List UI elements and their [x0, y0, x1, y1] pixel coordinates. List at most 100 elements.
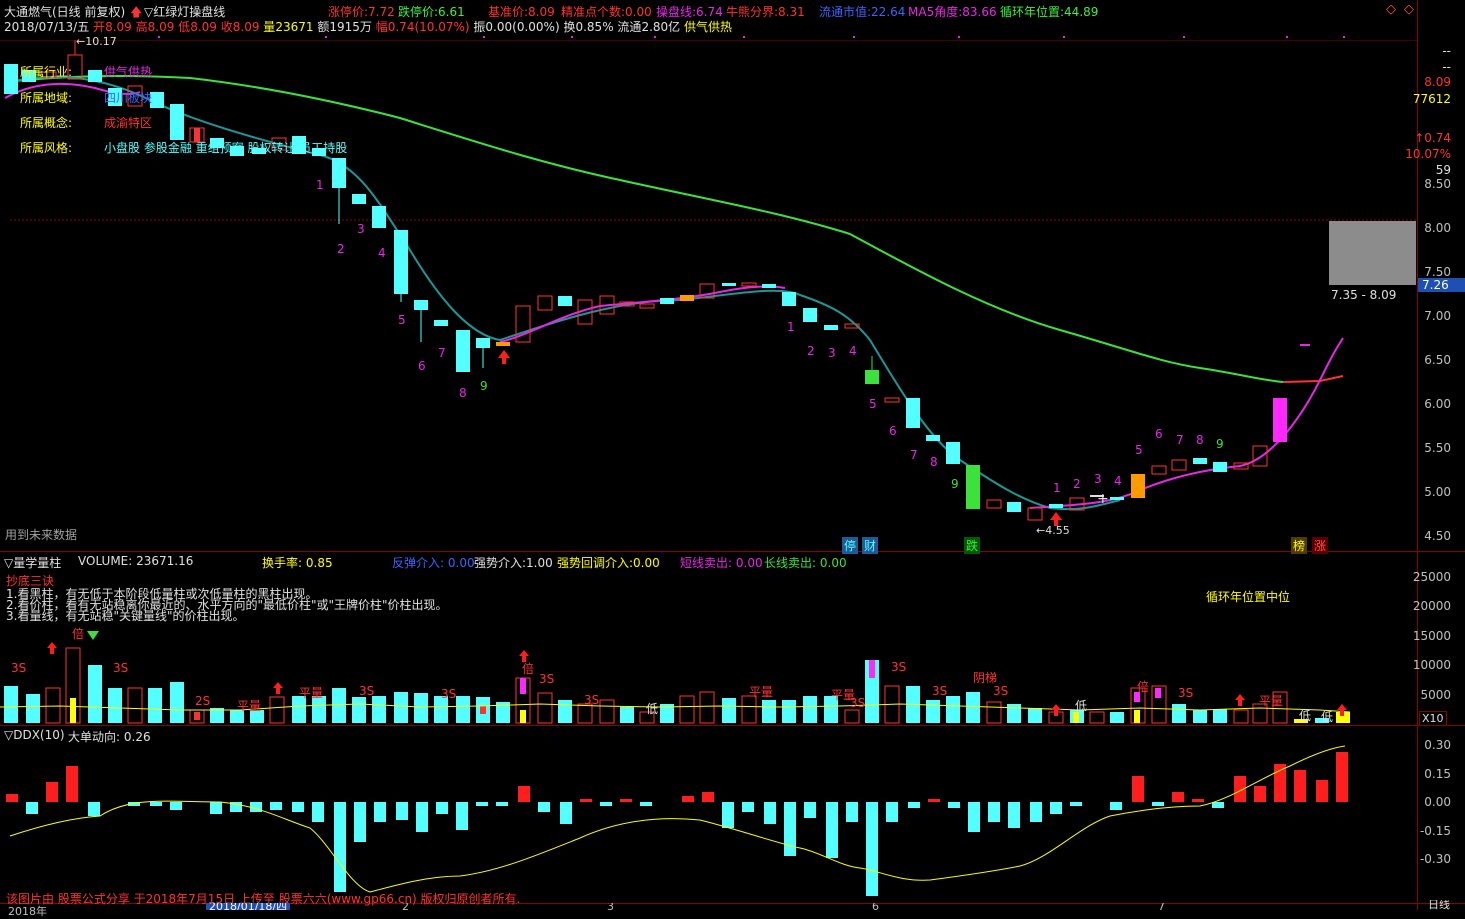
- marker-3s: 3S: [993, 684, 1009, 698]
- marker-3s: 3S: [584, 693, 600, 707]
- date-tag: 2018/01/18/四: [206, 903, 291, 910]
- concept-value: 成渝特区: [104, 116, 153, 130]
- y-tick: 5.50: [1424, 441, 1451, 455]
- volume-chart[interactable]: [0, 552, 1417, 725]
- count-label: 1: [787, 320, 795, 334]
- ddx-bars: [6, 752, 1348, 896]
- vol-y-tick: 25000: [1412, 570, 1451, 584]
- month-label: 3: [607, 903, 614, 910]
- y-tick: 5.00: [1424, 485, 1451, 499]
- marker-3s: 3S: [891, 660, 907, 674]
- count-label: 2: [807, 344, 815, 358]
- y-tick: 8.00: [1424, 221, 1451, 235]
- count-label: 6: [418, 359, 426, 373]
- count-label: 9: [480, 379, 488, 393]
- marker-flat: 平量: [299, 686, 324, 700]
- count-label: 5: [398, 313, 406, 327]
- vol-y-tick: 15000: [1412, 629, 1451, 643]
- count-label: 8: [459, 386, 467, 400]
- concept-label: 所属概念:: [20, 116, 73, 130]
- ddx-y-tick: 0.00: [1424, 795, 1451, 809]
- right-info-3: 8.09: [1424, 75, 1451, 89]
- right-info-1: --: [1442, 44, 1451, 58]
- vol-y-tick: 10000: [1412, 658, 1451, 672]
- count-label: 7: [910, 448, 918, 462]
- count-label: 8: [1196, 433, 1204, 447]
- marker-bei: 倍: [72, 627, 85, 641]
- count-label: 6: [1155, 427, 1163, 441]
- count-label: 3: [357, 222, 365, 236]
- count-label: 5: [1135, 443, 1143, 457]
- count-label: 3: [828, 346, 836, 360]
- ddx-y-tick: -0.15: [1419, 824, 1451, 838]
- marker-flat: 平量: [749, 685, 774, 699]
- vol-y-tick: 5000: [1420, 688, 1451, 702]
- count-label: 9: [951, 477, 959, 491]
- count-label: 1: [1053, 481, 1061, 495]
- style-value: 小盘股 参股金融 重组预案 股权转让 员工持股: [104, 141, 348, 155]
- marker-low: 低: [646, 702, 659, 716]
- marker-3s: 3S: [932, 684, 948, 698]
- ddx-chart[interactable]: [0, 726, 1417, 903]
- right-info-7: 59: [1435, 163, 1451, 177]
- count-label: 4: [378, 246, 386, 260]
- y-tick: 7.00: [1424, 309, 1451, 323]
- cross-marker: +: [1097, 491, 1109, 507]
- count-label: 9: [1216, 437, 1224, 451]
- count-label: 1: [316, 178, 324, 192]
- marker-flat: 平量: [1259, 694, 1284, 708]
- marker-3s: 3S: [850, 696, 866, 710]
- ddx-y-tick: -0.30: [1419, 852, 1451, 866]
- count-label: 5: [869, 397, 877, 411]
- right-info-4: 77612: [1412, 92, 1451, 106]
- marker-low: 低: [1075, 699, 1088, 713]
- range-box-label: 7.35 - 8.09: [1331, 288, 1397, 302]
- ma-slow-tail: [1282, 375, 1344, 383]
- right-info-5: ↑0.74: [1414, 131, 1451, 145]
- marker-flat: 平量: [237, 699, 262, 713]
- ddx-y-tick: 0.30: [1424, 738, 1451, 752]
- y-tick: 8.50: [1424, 177, 1451, 191]
- marker-3s: 3S: [539, 672, 555, 686]
- vol-y-tick: 20000: [1412, 599, 1451, 613]
- ddx-line: [9, 745, 1346, 893]
- year-label: 2018年: [8, 905, 47, 918]
- count-label: 8: [930, 455, 938, 469]
- candlestick-chart[interactable]: +: [0, 0, 1417, 551]
- marker-3s: 3S: [1178, 686, 1194, 700]
- marker-3s: 3S: [441, 687, 457, 701]
- marker-low: 低: [1321, 710, 1334, 724]
- right-info-2: --: [1442, 60, 1451, 74]
- high-marker: 10.17: [85, 35, 117, 48]
- industry-value: 供气供热: [104, 65, 153, 79]
- scale-tag[interactable]: X10: [1419, 711, 1447, 726]
- count-label: 7: [1176, 433, 1184, 447]
- month-label: 7: [1158, 903, 1165, 910]
- ddx-y-tick: 0.15: [1424, 767, 1451, 781]
- count-label: 2: [337, 242, 345, 256]
- y-tick: 6.00: [1424, 397, 1451, 411]
- y-tick: 7.50: [1424, 265, 1451, 279]
- marker-3s: 3S: [359, 684, 375, 698]
- marker-bei: 倍: [522, 662, 535, 676]
- right-info-6: 10.07%: [1405, 147, 1451, 161]
- low-marker: 4.55: [1045, 524, 1070, 537]
- count-label: 4: [1114, 474, 1122, 488]
- industry-label: 所属行业:: [20, 65, 73, 79]
- top-dots: [158, 36, 1345, 38]
- month-label: 6: [872, 903, 879, 910]
- region-label: 所属地域:: [20, 91, 73, 105]
- period-label[interactable]: 日线: [1428, 900, 1450, 910]
- y-tick: 6.50: [1424, 353, 1451, 367]
- price-range-box: [1329, 221, 1416, 285]
- marker-2s: 2S: [195, 694, 211, 708]
- marker-low: 低: [1299, 709, 1312, 723]
- count-label: 7: [438, 346, 446, 360]
- style-label: 所属风格:: [20, 141, 73, 155]
- marker-bei: 倍: [1137, 680, 1150, 694]
- count-label: 4: [849, 344, 857, 358]
- candles: [4, 40, 1287, 521]
- marker-3s: 3S: [11, 661, 27, 675]
- future-data-note: 用到未来数据: [5, 528, 78, 542]
- count-label: 3: [1094, 472, 1102, 486]
